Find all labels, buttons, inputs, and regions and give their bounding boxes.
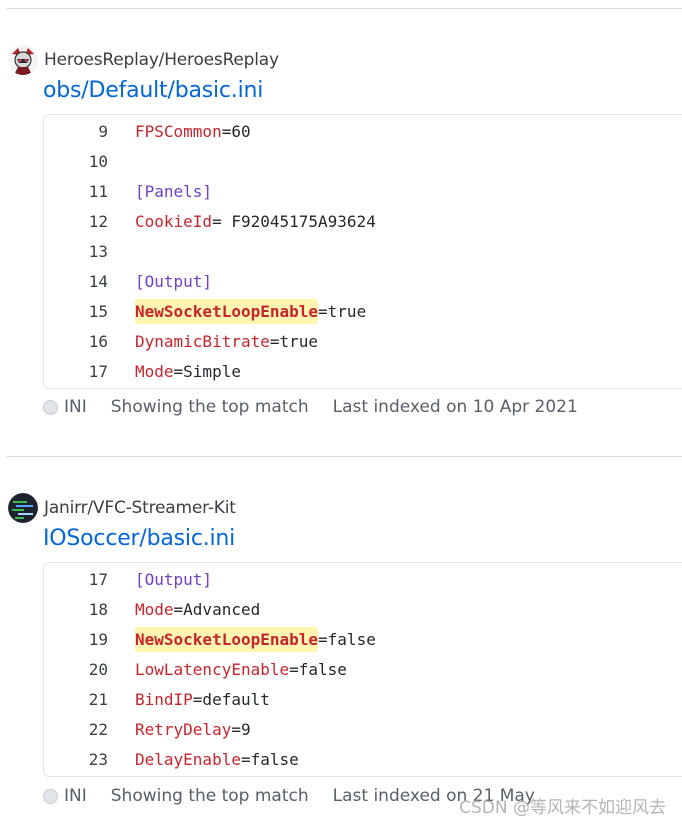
code-token: =false — [318, 629, 376, 649]
code-line: 17 [Output] — [44, 564, 682, 594]
code-line: 11 [Panels] — [44, 176, 682, 206]
code-token: Mode — [135, 361, 174, 381]
code-line: 18 Mode =Advanced — [44, 594, 682, 624]
code-token: RetryDelay — [135, 719, 232, 739]
result-divider — [6, 456, 682, 457]
code-token: = F92045175A93624 — [212, 211, 376, 231]
language-color-icon — [43, 399, 58, 415]
code-token: =Simple — [173, 361, 241, 381]
repo-link[interactable]: HeroesReplay/HeroesReplay — [44, 50, 279, 70]
code-line: 9 FPSCommon =60 — [44, 116, 682, 146]
code-token: BindIP — [135, 689, 193, 709]
search-match-highlight: NewSocketLoopEnable — [135, 626, 319, 652]
line-number[interactable]: 14 — [44, 272, 135, 291]
repo-line: HeroesReplay/HeroesReplay — [8, 44, 279, 76]
code-line: 21 BindIP =default — [44, 684, 682, 714]
code-token: =9 — [231, 719, 251, 739]
language-label: INI — [64, 397, 87, 417]
code-line: 22 RetryDelay =9 — [44, 714, 682, 744]
code-line: 15 NewSocketLoopEnable =true — [44, 296, 682, 326]
code-line: 17 Mode =Simple — [44, 356, 682, 386]
search-match-highlight: NewSocketLoopEnable — [135, 298, 319, 324]
code-token: DelayEnable — [135, 749, 241, 769]
line-number[interactable]: 23 — [44, 750, 135, 769]
result-meta: INI Showing the top match Last indexed o… — [43, 395, 578, 419]
line-number[interactable]: 9 — [44, 122, 135, 141]
indexed-date: Last indexed on 10 Apr 2021 — [332, 397, 578, 417]
file-path-link[interactable]: IOSoccer/basic.ini — [43, 526, 235, 551]
code-token: LowLatencyEnable — [135, 659, 290, 679]
code-line: 23 DelayEnable =false — [44, 744, 682, 774]
code-line: 10 — [44, 146, 682, 176]
code-token: [Panels] — [135, 181, 213, 201]
code-token: =60 — [221, 121, 251, 141]
code-token: DynamicBitrate — [135, 331, 270, 351]
code-line: 13 — [44, 236, 682, 266]
code-token: =default — [192, 689, 270, 709]
code-token: =false — [289, 659, 347, 679]
terminal-avatar-icon[interactable] — [8, 493, 38, 523]
line-number[interactable]: 16 — [44, 332, 135, 351]
repo-link[interactable]: Janirr/VFC-Streamer-Kit — [44, 498, 236, 518]
code-token: =true — [318, 301, 367, 321]
match-note: Showing the top match — [110, 786, 309, 806]
code-token: Mode — [135, 599, 174, 619]
code-token: [Output] — [135, 569, 213, 589]
code-token: CookieId — [135, 211, 213, 231]
code-token: =false — [240, 749, 299, 769]
code-line: 20 LowLatencyEnable =false — [44, 654, 682, 684]
language-color-icon — [43, 788, 58, 804]
file-path-link[interactable]: obs/Default/basic.ini — [43, 78, 263, 103]
code-snippet: 9 FPSCommon =60 10 11 [Panels] 12 CookieId = F92… — [43, 114, 682, 389]
code-token: =true — [269, 331, 319, 351]
repo-line: Janirr/VFC-Streamer-Kit — [8, 492, 236, 524]
hero-avatar-icon[interactable] — [8, 45, 38, 75]
line-number[interactable]: 18 — [44, 600, 135, 619]
code-line: 19 NewSocketLoopEnable =false — [44, 624, 682, 654]
code-snippet: 17 [Output] 18 Mode =Advanced 19 NewSocketLoop… — [43, 562, 682, 777]
line-number[interactable]: 20 — [44, 660, 135, 679]
watermark: CSDN @等风来不如迎风去 — [459, 798, 666, 818]
line-number[interactable]: 12 — [44, 212, 135, 231]
code-line: 16 DynamicBitrate =true — [44, 326, 682, 356]
line-number[interactable]: 21 — [44, 690, 135, 709]
code-token: [Output] — [135, 271, 213, 291]
code-token: FPSCommon — [135, 121, 222, 141]
match-note: Showing the top match — [110, 397, 309, 417]
line-number[interactable]: 15 — [44, 302, 135, 321]
line-number[interactable]: 22 — [44, 720, 135, 739]
line-number[interactable]: 11 — [44, 182, 135, 201]
line-number[interactable]: 10 — [44, 152, 135, 171]
code-token: =Advanced — [173, 599, 261, 619]
line-number[interactable]: 17 — [44, 362, 135, 381]
code-line: 14 [Output] — [44, 266, 682, 296]
line-number[interactable]: 13 — [44, 242, 135, 261]
code-line: 12 CookieId = F92045175A93624 — [44, 206, 682, 236]
line-number[interactable]: 19 — [44, 630, 135, 649]
language-label: INI — [64, 786, 87, 806]
top-divider — [6, 8, 682, 9]
line-number[interactable]: 17 — [44, 570, 135, 589]
